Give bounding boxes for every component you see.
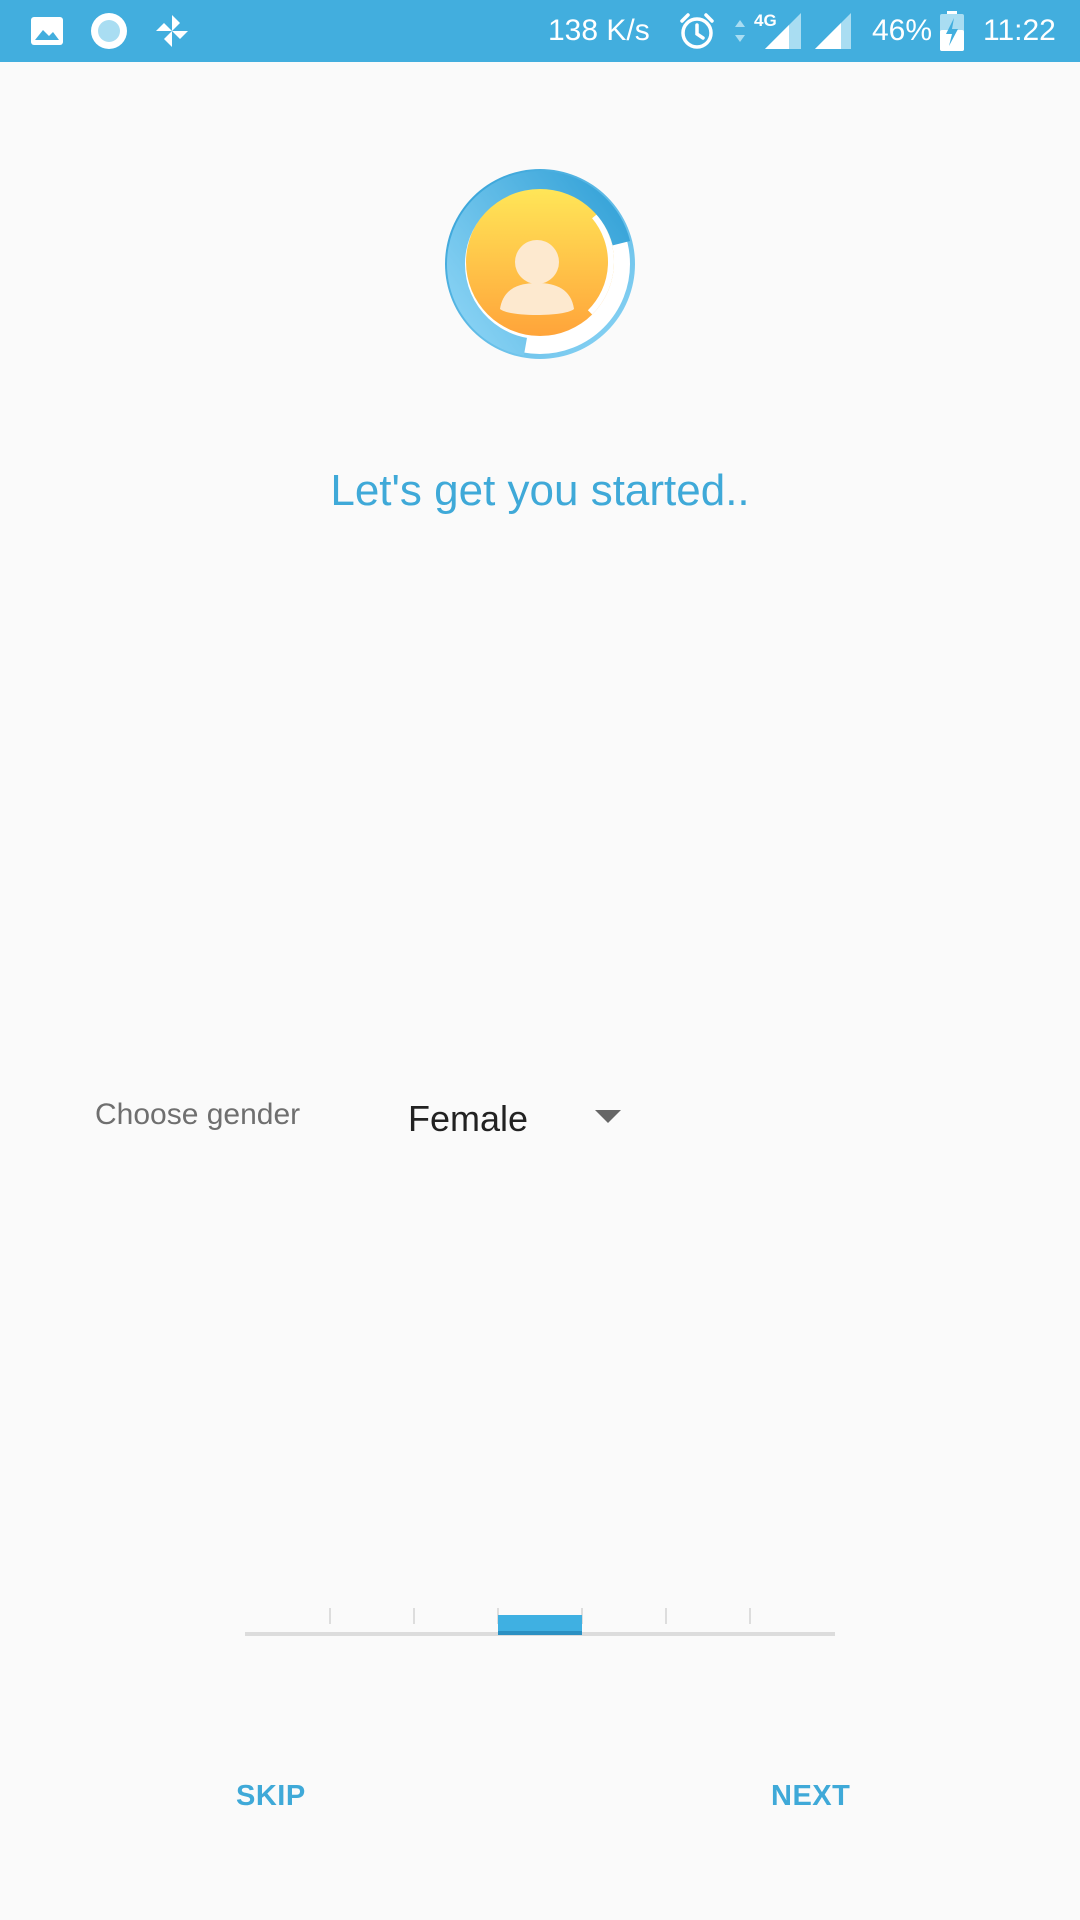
- gender-label: Choose gender: [95, 1098, 301, 1131]
- page-indicator-tick: [413, 1608, 415, 1624]
- page-indicator-tick: [749, 1608, 751, 1624]
- page-indicator-tick: [329, 1608, 331, 1624]
- pinwheel-icon: [152, 0, 192, 62]
- battery-percent: 46%: [872, 14, 933, 47]
- signal-strength-icon: [760, 0, 804, 62]
- gender-dropdown[interactable]: Female: [394, 1082, 644, 1154]
- gender-selected-value: Female: [408, 1098, 529, 1139]
- chevron-down-icon: [595, 1110, 621, 1123]
- page-title: Let's get you started..: [330, 466, 750, 515]
- alarm-icon: [676, 0, 718, 62]
- battery-charging-icon: [938, 0, 966, 62]
- skip-button[interactable]: SKIP: [236, 1780, 306, 1813]
- data-activity-icon: [733, 0, 747, 62]
- status-bar: 138 K/s 4G 46% 11:22: [0, 0, 1080, 62]
- signal-strength-icon-2: [810, 0, 854, 62]
- user-avatar-icon: [443, 167, 637, 361]
- status-time: 11:22: [983, 14, 1056, 47]
- page-indicator: [245, 1600, 835, 1640]
- page-indicator-active: [498, 1615, 582, 1635]
- record-icon: [90, 0, 128, 62]
- network-speed: 138 K/s: [548, 14, 650, 47]
- gallery-icon: [28, 0, 66, 62]
- next-button[interactable]: NEXT: [771, 1780, 850, 1813]
- page-indicator-tick: [665, 1608, 667, 1624]
